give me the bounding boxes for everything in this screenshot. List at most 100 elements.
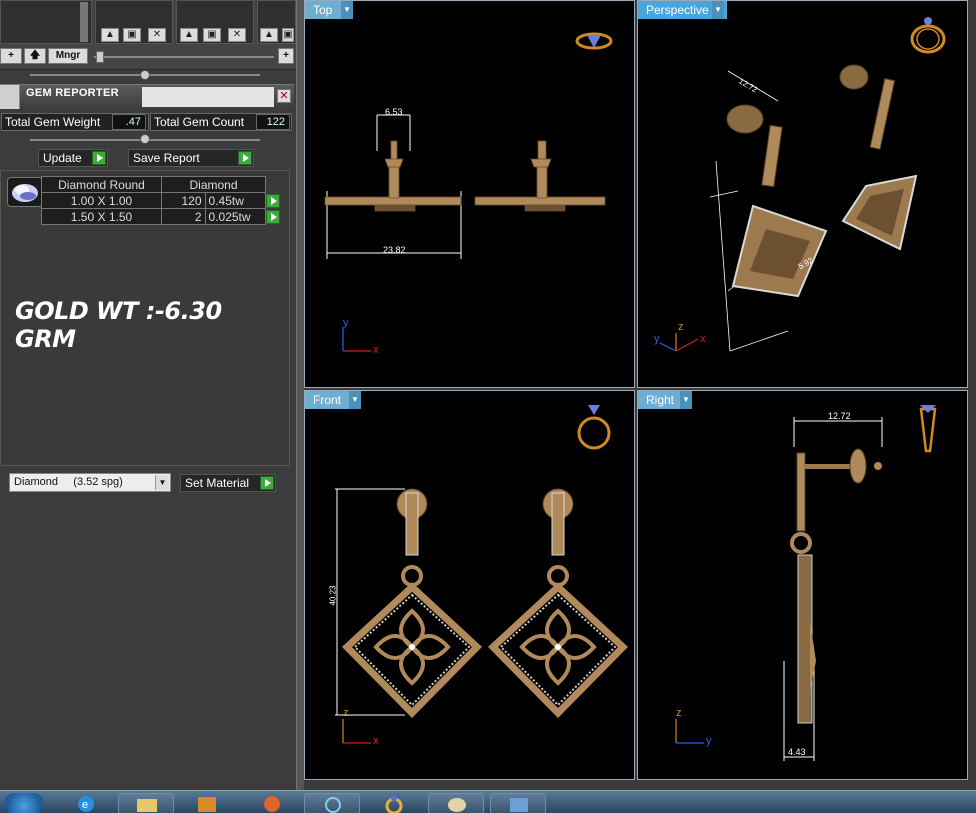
dimension-label: 12.72 bbox=[828, 411, 851, 421]
layer-toolbar: ▲ ▣ ✕ ▲ ▣ ✕ ▲ ▣ + 🡅 Mngr + bbox=[0, 0, 296, 70]
gold-weight-text: GOLD WT :-6.30 GRM bbox=[15, 297, 222, 353]
gem-reporter-logo-icon bbox=[0, 85, 20, 109]
table-header-row: Diamond Round Diamond bbox=[41, 176, 282, 193]
save-icon[interactable]: ▣ bbox=[123, 28, 141, 42]
up-icon[interactable]: ▲ bbox=[180, 28, 198, 42]
dimension-label: 40.23 bbox=[328, 585, 338, 606]
up-icon[interactable]: ▲ bbox=[101, 28, 119, 42]
paint-icon[interactable] bbox=[428, 793, 484, 813]
save-report-button[interactable]: Save Report bbox=[128, 149, 254, 167]
save-icon[interactable]: ▣ bbox=[203, 28, 221, 42]
material-select[interactable]: Diamond (3.52 spg) ▼ bbox=[9, 473, 171, 492]
ring-icon bbox=[575, 32, 613, 50]
layer-cell[interactable] bbox=[0, 0, 92, 44]
axis-gizmo bbox=[342, 719, 371, 744]
axis-y-label: y bbox=[343, 317, 349, 329]
svg-text:e: e bbox=[82, 799, 88, 811]
earring-side bbox=[790, 448, 882, 724]
earring-perspective-right bbox=[839, 64, 918, 251]
perspective-view-canvas[interactable] bbox=[638, 1, 968, 388]
panel-divider[interactable] bbox=[296, 0, 304, 790]
ring-icon bbox=[919, 405, 937, 453]
total-gem-count-text: Total Gem Count bbox=[154, 115, 245, 129]
axis-y-label: y bbox=[706, 735, 712, 747]
viewport-right[interactable]: 12.72 4.43 z y Right ▼ bbox=[637, 390, 968, 780]
ring-icon[interactable] bbox=[366, 793, 422, 813]
left-panel: ▲ ▣ ✕ ▲ ▣ ✕ ▲ ▣ + 🡅 Mngr + GEM REPORTER … bbox=[0, 0, 296, 790]
gem-table: Diamond Round Diamond 1.00 X 1.00 120 0.… bbox=[41, 176, 282, 225]
axis-z-label: z bbox=[678, 321, 684, 333]
gem-reporter-title: GEM REPORTER bbox=[26, 87, 119, 99]
column-header: Diamond bbox=[161, 176, 266, 193]
table-row[interactable]: 1.00 X 1.00 120 0.45tw bbox=[41, 192, 282, 209]
gem-count-cell: 2 bbox=[161, 208, 206, 225]
set-material-button[interactable]: Set Material bbox=[180, 474, 276, 492]
up-icon[interactable]: ▲ bbox=[260, 28, 278, 42]
axis-x-label: x bbox=[700, 333, 706, 345]
close-icon[interactable]: ✕ bbox=[148, 28, 166, 42]
image-icon[interactable] bbox=[490, 793, 546, 813]
gem-weight-cell: 0.45tw bbox=[204, 192, 267, 209]
ring-icon bbox=[577, 405, 611, 450]
move-up-button[interactable]: 🡅 bbox=[24, 48, 46, 64]
gem-size-cell: 1.00 X 1.00 bbox=[41, 192, 162, 209]
manager-button[interactable]: Mngr bbox=[48, 48, 88, 64]
chevron-down-icon[interactable]: ▼ bbox=[349, 391, 361, 409]
viewport-perspective[interactable]: 12.72 5.92 z x y Perspective ▼ bbox=[637, 0, 968, 388]
update-button[interactable]: Update bbox=[38, 149, 108, 167]
update-button-label: Update bbox=[43, 151, 82, 165]
add-right-button[interactable]: + bbox=[278, 48, 294, 64]
chevron-down-icon[interactable]: ▼ bbox=[155, 475, 169, 490]
axis-y-label: y bbox=[654, 333, 660, 345]
play-icon bbox=[260, 476, 274, 490]
splitter-knob[interactable] bbox=[140, 134, 150, 144]
firefox-icon[interactable] bbox=[244, 793, 300, 813]
top-view-canvas[interactable] bbox=[305, 1, 635, 388]
close-icon[interactable]: ✕ bbox=[277, 89, 291, 103]
table-row[interactable]: 1.50 X 1.50 2 0.025tw bbox=[41, 208, 282, 225]
right-view-canvas[interactable] bbox=[638, 391, 968, 780]
earring-top-left bbox=[324, 140, 462, 212]
chevron-down-icon[interactable]: ▼ bbox=[712, 1, 724, 19]
scrollbar[interactable] bbox=[80, 2, 88, 42]
play-icon bbox=[238, 151, 252, 165]
axis-x-label: x bbox=[373, 735, 379, 747]
media-icon[interactable] bbox=[180, 793, 236, 813]
earring-perspective-left bbox=[726, 104, 828, 298]
header-tab bbox=[142, 87, 274, 107]
slider-handle[interactable] bbox=[96, 51, 104, 63]
dimension-label: 23.82 bbox=[383, 245, 406, 255]
axis-z-label: z bbox=[343, 707, 349, 719]
opacity-slider[interactable] bbox=[94, 56, 274, 58]
ie-icon[interactable]: e bbox=[62, 793, 110, 813]
front-view-canvas[interactable] bbox=[305, 391, 635, 780]
column-header: Diamond Round bbox=[41, 176, 162, 193]
play-icon[interactable] bbox=[266, 209, 280, 224]
taskbar: e bbox=[0, 790, 976, 813]
diamond-round-icon[interactable] bbox=[7, 177, 43, 207]
play-icon[interactable] bbox=[266, 193, 280, 208]
axis-gizmo bbox=[659, 333, 699, 352]
gem-weight-cell: 0.025tw bbox=[204, 208, 267, 225]
earring-front-right bbox=[487, 488, 629, 718]
close-icon[interactable]: ✕ bbox=[228, 28, 246, 42]
chevron-down-icon[interactable]: ▼ bbox=[341, 1, 353, 19]
dimension-label: 4.43 bbox=[788, 747, 806, 757]
total-gem-count-value: 122 bbox=[256, 114, 290, 130]
play-icon bbox=[92, 151, 106, 165]
save-icon[interactable]: ▣ bbox=[282, 28, 294, 42]
viewport-front[interactable]: 40.23 z x Front ▼ bbox=[304, 390, 635, 780]
gem-list: Diamond Round Diamond 1.00 X 1.00 120 0.… bbox=[0, 170, 290, 466]
app-icon[interactable] bbox=[304, 793, 360, 813]
folder-icon[interactable] bbox=[118, 793, 174, 813]
start-icon[interactable] bbox=[4, 793, 44, 813]
total-gem-weight-value: .47 bbox=[112, 114, 146, 130]
set-material-button-label: Set Material bbox=[185, 476, 250, 490]
total-gem-weight-text: Total Gem Weight bbox=[5, 115, 101, 129]
add-layer-button[interactable]: + bbox=[0, 48, 22, 64]
splitter-knob[interactable] bbox=[140, 70, 150, 80]
viewport-top[interactable]: 6.53 23.82 y x Top ▼ bbox=[304, 0, 635, 388]
axis-gizmo bbox=[342, 327, 371, 352]
dimension-label: 6.53 bbox=[385, 107, 403, 117]
chevron-down-icon[interactable]: ▼ bbox=[680, 391, 692, 409]
